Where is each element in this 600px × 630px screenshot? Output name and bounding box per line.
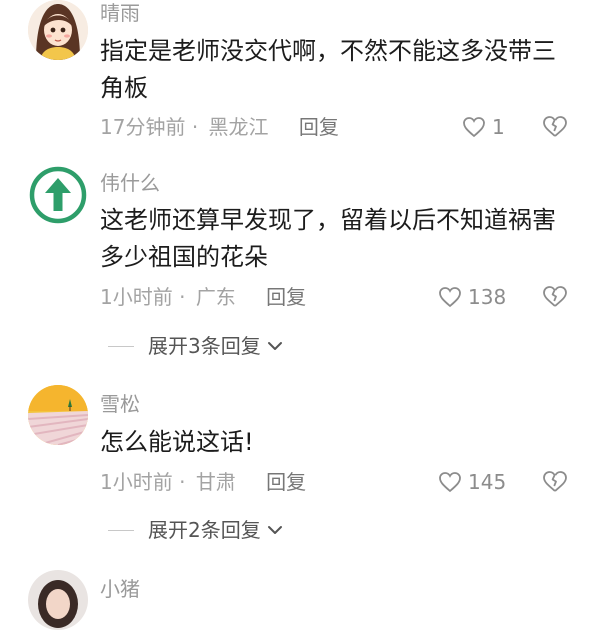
location: 甘肃 <box>195 470 236 494</box>
avatar[interactable] <box>28 0 88 60</box>
divider-line <box>108 529 134 531</box>
expand-replies-button[interactable]: 展开3条回复 <box>108 334 283 358</box>
username[interactable]: 伟什么 <box>100 171 160 195</box>
comment-text: 怎么能说这话! <box>100 428 254 456</box>
avatar[interactable] <box>28 385 88 445</box>
cartoon-girl-avatar-icon <box>28 0 88 60</box>
broken-heart-icon <box>543 116 567 137</box>
separator: · <box>179 285 186 309</box>
reply-button[interactable]: 回复 <box>266 470 306 494</box>
broken-heart-icon <box>543 286 567 307</box>
separator: · <box>179 470 186 494</box>
like-count: 145 <box>468 470 507 494</box>
location: 黑龙江 <box>208 115 269 139</box>
broken-heart-icon <box>543 471 567 492</box>
comment-text: 指定是老师没交代啊，不然不能这多没带三角板 <box>100 37 556 102</box>
like-count: 138 <box>468 285 507 309</box>
username[interactable]: 雪松 <box>100 392 140 416</box>
avatar[interactable] <box>28 165 88 225</box>
username[interactable]: 晴雨 <box>100 1 140 25</box>
chevron-down-icon <box>267 342 282 350</box>
dislike-button[interactable] <box>542 285 568 313</box>
heart-icon <box>439 287 461 308</box>
green-up-arrow-avatar-icon <box>28 165 88 225</box>
reply-button[interactable]: 回复 <box>299 115 339 139</box>
divider-line <box>108 345 134 347</box>
like-button[interactable]: 1 <box>462 115 505 139</box>
separator: · <box>191 115 199 139</box>
reply-button[interactable]: 回复 <box>266 285 306 309</box>
chevron-down-icon <box>267 526 282 534</box>
heart-icon <box>439 472 461 493</box>
expand-replies-label: 展开2条回复 <box>148 518 261 542</box>
timestamp: 1小时前 <box>100 285 173 309</box>
location: 广东 <box>195 285 236 309</box>
comment-text: 这老师还算早发现了，留着以后不知道祸害多少祖国的花朵 <box>100 206 556 271</box>
like-button[interactable]: 138 <box>438 285 506 309</box>
dislike-button[interactable] <box>542 115 568 143</box>
like-count: 1 <box>492 115 505 139</box>
comment-meta: 1小时前 · 广东 回复 <box>100 285 306 309</box>
comment-meta: 17分钟前 · 黑龙江 回复 <box>100 115 339 139</box>
expand-replies-button[interactable]: 展开2条回复 <box>108 518 283 542</box>
expand-replies-label: 展开3条回复 <box>148 334 261 358</box>
avatar[interactable] <box>28 570 88 630</box>
heart-icon <box>463 117 485 138</box>
username[interactable]: 小猪 <box>100 577 140 601</box>
girl-photo-avatar-icon <box>28 570 88 630</box>
comment-meta: 1小时前 · 甘肃 回复 <box>100 470 306 494</box>
dislike-button[interactable] <box>542 470 568 498</box>
timestamp: 17分钟前 <box>100 115 186 139</box>
timestamp: 1小时前 <box>100 470 173 494</box>
like-button[interactable]: 145 <box>438 470 506 494</box>
sunset-landscape-avatar-icon <box>28 385 88 445</box>
